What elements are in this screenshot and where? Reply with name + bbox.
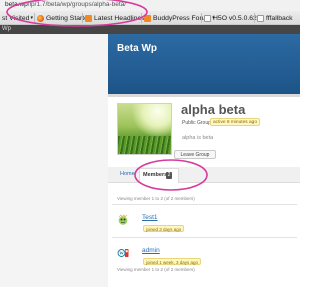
- bookmarks-toolbar: st Visited ▾ Getting Started Latest Headl…: [0, 11, 300, 25]
- divider: [112, 204, 297, 205]
- rss-icon: [85, 14, 92, 22]
- address-bar[interactable]: beta.wp/ip/1.7/beta/wp/groups/alpha-beta…: [0, 0, 300, 11]
- member-name[interactable]: admin: [142, 247, 160, 254]
- bookmark-most-visited[interactable]: st Visited ▾: [2, 13, 33, 23]
- url-text[interactable]: beta.wp/ip/1.7/beta/wp/groups/alpha-beta…: [5, 1, 126, 8]
- member-name[interactable]: Test1: [142, 214, 158, 221]
- firefox-icon: [37, 14, 44, 22]
- wordpress-avatar-icon[interactable]: W: [117, 247, 129, 259]
- members-count-badge: 2: [166, 172, 172, 179]
- svg-text:W: W: [119, 251, 124, 256]
- wavatar-icon[interactable]: [117, 214, 129, 226]
- bookmark-icon: [204, 14, 211, 22]
- site-title[interactable]: Beta Wp: [117, 43, 157, 54]
- group-type: Public Group: [182, 120, 211, 126]
- group-tabs: [108, 167, 300, 183]
- pagination-count: Viewing member 1 to 2 (of 2 members): [117, 267, 195, 272]
- toolbar-separator: [34, 13, 35, 23]
- bookmark-fffallback[interactable]: fffallback: [257, 13, 293, 23]
- divider: [112, 237, 297, 238]
- group-name: alpha beta: [181, 102, 246, 117]
- toolbar-separator: [201, 13, 202, 23]
- toolbar-separator: [254, 13, 255, 23]
- toolbar-separator: [82, 13, 83, 23]
- rss-icon: [144, 14, 151, 22]
- member-joined-badge: joined 1 week, 3 days ago: [143, 258, 202, 265]
- bookmark-icon: [257, 14, 264, 22]
- bookmark-latest-headlines[interactable]: Latest Headlines▾: [85, 13, 148, 23]
- chevron-down-icon: ▾: [30, 15, 33, 21]
- toolbar-separator: [141, 13, 142, 23]
- bookmark-getting-started[interactable]: Getting Started: [37, 13, 92, 23]
- pagination-count: Viewing member 1 to 2 (of 2 members): [117, 196, 195, 201]
- tab-members-label: Members: [143, 172, 168, 178]
- group-avatar[interactable]: [117, 103, 172, 155]
- grass-image: [118, 136, 171, 154]
- member-joined-badge: joined 3 days ago: [143, 225, 185, 232]
- leave-group-button[interactable]: Leave Group: [174, 150, 216, 159]
- bookmark-h5o[interactable]: H5O v0.5.0.62: [204, 13, 257, 23]
- tab-home[interactable]: Home: [120, 171, 135, 177]
- admin-bar: Wp: [0, 25, 300, 34]
- group-description: alpha is beta: [182, 135, 214, 141]
- admin-bar-site-link[interactable]: Wp: [2, 26, 11, 32]
- group-activity-badge: active 8 minutes ago: [210, 118, 260, 126]
- header-divider: [108, 94, 300, 97]
